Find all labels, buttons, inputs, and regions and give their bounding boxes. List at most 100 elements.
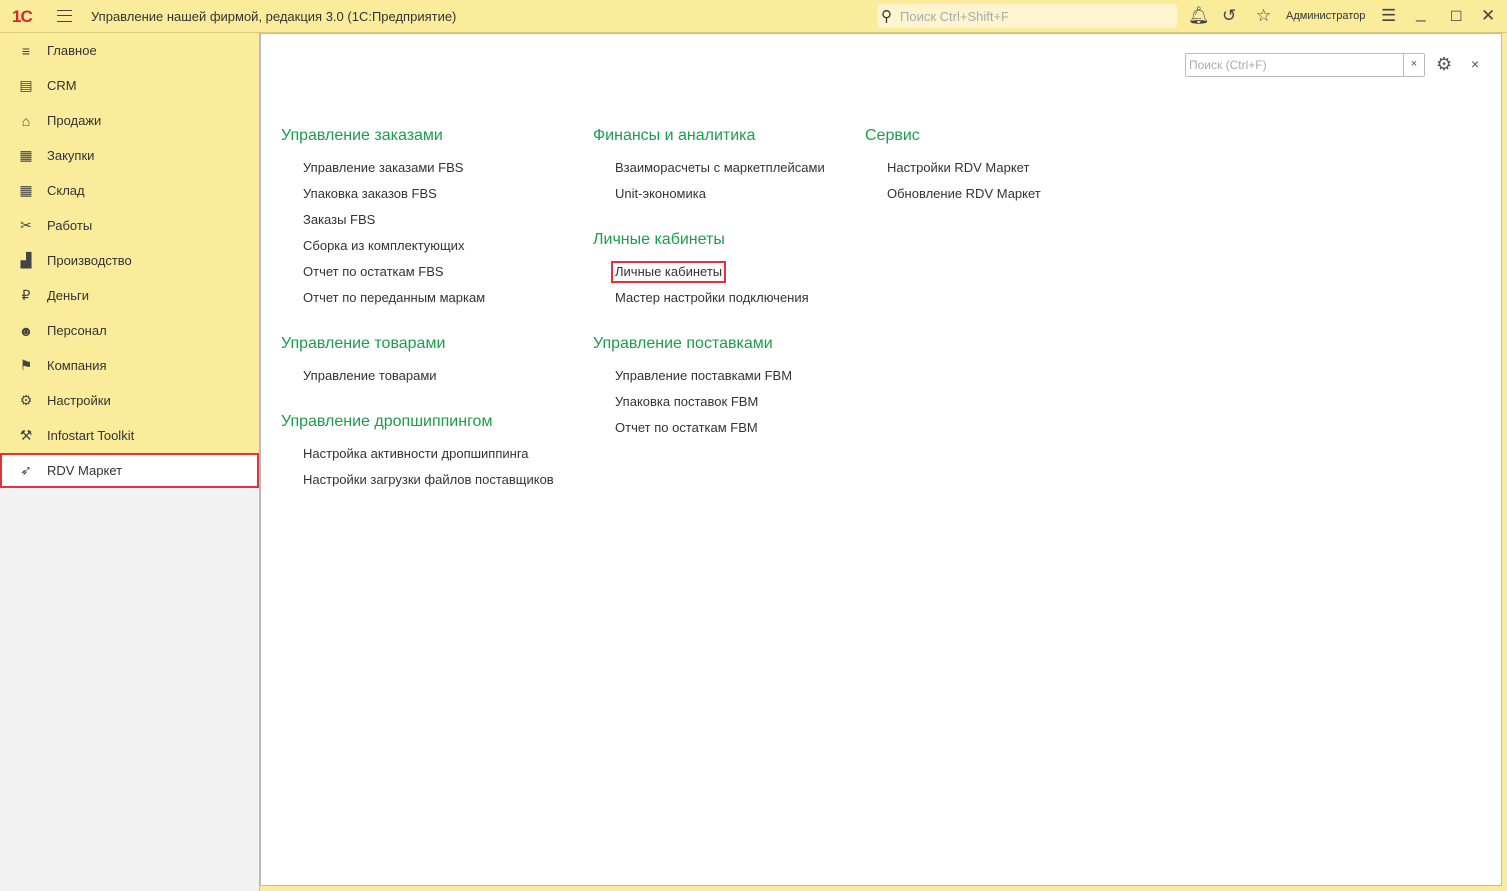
star-icon[interactable]: ☆ [1256,6,1271,26]
nav-link[interactable]: Мастер настройки подключения [593,290,826,316]
nav-link[interactable]: Взаиморасчеты с маркетплейсами [593,160,826,186]
column-2: Финансы и аналитика Взаиморасчеты с марке… [593,126,826,464]
nav-link-label: Обновление RDV Маркет [887,186,1041,201]
sidebar-item[interactable]: ₽ Деньги [0,278,259,313]
sidebar-item[interactable]: ⚙ Настройки [0,383,259,418]
section-icon: ⚙ [19,392,33,408]
nav-link-label: Настройки загрузки файлов поставщиков [303,472,554,487]
nav-link[interactable]: Отчет по переданным маркам [281,290,555,316]
sidebar-item[interactable]: ⚑ Компания [0,348,259,383]
nav-link[interactable]: Отчет по остаткам FBS [281,264,555,290]
group-title: Управление заказами [281,127,443,144]
user-name[interactable]: Администратор [1286,10,1365,22]
nav-link-label: Заказы FBS [303,212,376,227]
nav-link[interactable]: Личные кабинеты [593,261,826,290]
link-group: Управление заказами Управление заказами F… [281,126,555,334]
section-icon: ✂ [20,217,32,233]
nav-link-label: Взаиморасчеты с маркетплейсами [615,160,825,175]
link-group: Управление поставками Управление поставка… [593,334,826,464]
sidebar-item[interactable]: ▟ Производство [0,243,259,278]
sidebar-item-label: Работы [47,218,93,233]
nav-link[interactable]: Unit-экономика [593,186,826,212]
nav-link[interactable]: Заказы FBS [281,212,555,238]
section-icon: ⚑ [19,357,33,373]
section-panel: × ⚙ × Управление заказамиУправление зака… [260,33,1502,886]
section-icon: ⚒ [19,427,33,443]
sidebar-item-label: Главное [47,43,97,58]
sidebar-item-label: Производство [47,253,132,268]
group-title: Сервис [865,127,920,144]
1c-logo: 1С [12,7,33,26]
sidebar-item-label: Настройки [47,393,111,408]
main-menu-icon[interactable] [57,10,72,22]
group-title: Управление товарами [281,335,446,352]
sidebar-item-label: Склад [47,183,85,198]
sidebar-list: ≡ Главное ▤ CRM ⌂ Продажи ▦ Закупки ▦ Склад ✂ Работ… [0,33,259,488]
nav-link-label: Управление заказами FBS [303,160,464,175]
nav-link-label: Отчет по переданным маркам [303,290,486,305]
bell-icon[interactable]: 🔔︎ [1188,6,1210,26]
panel-search-input[interactable] [1186,54,1401,76]
sidebar-item-label: CRM [47,78,77,93]
maximize-icon[interactable]: ☐ [1450,8,1463,25]
group-title: Управление дропшиппингом [281,413,493,430]
sidebar-item-label: Закупки [47,148,95,163]
nav-link[interactable]: Управление поставками FBM [593,368,826,394]
gear-icon[interactable]: ⚙ [1436,54,1452,75]
section-icon: ▦ [19,182,33,198]
nav-link-label: Настройки RDV Маркет [887,160,1030,175]
nav-link-label: Упаковка поставок FBM [615,394,759,409]
nav-link-label: Отчет по остаткам FBM [615,420,758,435]
close-window-icon[interactable]: ✕ [1481,6,1495,26]
history-icon[interactable]: ↺ [1222,6,1236,26]
nav-link[interactable]: Сборка из комплектующих [281,238,555,264]
nav-link-label: Упаковка заказов FBS [303,186,437,201]
sidebar-item[interactable]: ✂ Работы [0,208,259,243]
section-icon: ▤ [19,77,33,93]
nav-link[interactable]: Обновление RDV Маркет [865,186,1042,212]
sidebar-item[interactable]: ▦ Склад [0,173,259,208]
nav-link[interactable]: Настройки RDV Маркет [865,160,1042,186]
column-3: Сервис Настройки RDV Маркет Обновление RDV… [865,126,1042,230]
nav-link[interactable]: Настройки загрузки файлов поставщиков [281,472,555,498]
nav-link[interactable]: Управление заказами FBS [281,160,555,186]
nav-link-label: Управление товарами [303,368,437,383]
nav-link-label: Настройка активности дропшиппинга [303,446,529,461]
close-panel-button[interactable]: × [1471,56,1479,72]
sections-sidebar: ≡ Главное ▤ CRM ⌂ Продажи ▦ Закупки ▦ Склад ✂ Работ… [0,33,260,891]
link-group: Сервис Настройки RDV Маркет Обновление RDV… [865,126,1042,230]
sidebar-item-label: RDV Маркет [47,463,123,478]
app-title: Управление нашей фирмой, редакция 3.0 (1… [91,9,457,24]
sidebar-item[interactable]: ☻ Персонал [0,313,259,348]
search-icon: ⚲ [881,8,892,25]
nav-link-label: Сборка из комплектующих [303,238,465,253]
nav-link[interactable]: Отчет по остаткам FBM [593,420,826,446]
nav-link[interactable]: Настройка активности дропшиппинга [281,446,555,472]
nav-link-label: Личные кабинеты [610,261,727,283]
sidebar-item[interactable]: ⚒ Infostart Toolkit [0,418,259,453]
minimize-icon[interactable]: _ [1416,3,1425,23]
title-bar: 1С Управление нашей фирмой, редакция 3.0… [0,0,1507,33]
column-1: Управление заказами Управление заказами F… [281,126,555,516]
nav-link-label: Мастер настройки подключения [615,290,809,305]
group-title: Личные кабинеты [593,231,725,248]
sidebar-item[interactable]: ▦ Закупки [0,138,259,173]
nav-link[interactable]: Управление товарами [281,368,555,394]
global-search-placeholder: Поиск Ctrl+Shift+F [900,9,1009,24]
sidebar-item-label: Infostart Toolkit [47,428,135,443]
nav-link[interactable]: Упаковка заказов FBS [281,186,555,212]
link-group: Управление дропшиппингом Настройка активн… [281,412,555,516]
nav-link[interactable]: Упаковка поставок FBM [593,394,826,420]
sidebar-item[interactable]: ▤ CRM [0,68,259,103]
sidebar-item[interactable]: ≡ Главное [0,33,259,68]
section-icon: ➶ [20,462,32,478]
group-title: Управление поставками [593,335,773,352]
clear-search-button[interactable]: × [1403,54,1424,76]
sidebar-item[interactable]: ⌂ Продажи [0,103,259,138]
section-icon: ₽ [21,287,31,303]
settings-menu-icon[interactable]: ☰ [1381,6,1396,26]
sidebar-item[interactable]: ➶ RDV Маркет [0,453,259,488]
group-title: Финансы и аналитика [593,127,756,144]
section-icon: ☻ [18,322,34,339]
global-search-input[interactable]: ⚲ Поиск Ctrl+Shift+F [877,4,1177,28]
